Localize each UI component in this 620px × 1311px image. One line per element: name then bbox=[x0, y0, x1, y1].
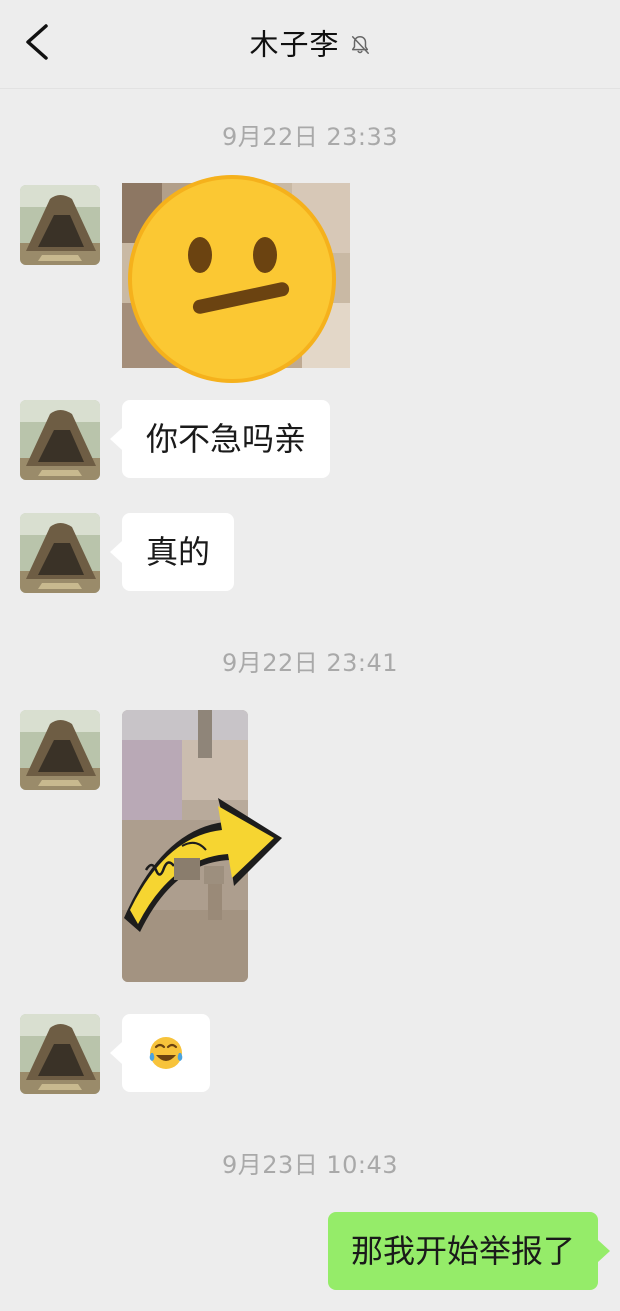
message-bubble-incoming[interactable] bbox=[110, 1014, 210, 1092]
avatar-image bbox=[20, 513, 100, 593]
contact-avatar[interactable] bbox=[20, 185, 100, 265]
bell-muted-icon bbox=[351, 35, 369, 54]
timestamp: 9月22日 23:41 bbox=[221, 649, 399, 677]
avatar-image bbox=[20, 1014, 100, 1094]
sticker-image bbox=[122, 175, 350, 383]
timestamp: 9月23日 10:43 bbox=[221, 1151, 399, 1179]
avatar-image bbox=[20, 185, 100, 265]
message-bubble-outgoing[interactable]: 那我开始举报了 bbox=[327, 1212, 611, 1290]
title-wrap: 木子李 bbox=[0, 24, 620, 65]
message-bubble-incoming[interactable]: 真的 bbox=[109, 513, 235, 591]
contact-avatar[interactable] bbox=[20, 513, 100, 593]
photo-image bbox=[122, 710, 282, 982]
contact-avatar[interactable] bbox=[20, 710, 100, 790]
chat-title: 木子李 bbox=[249, 27, 340, 62]
tears-of-joy-emoji-icon bbox=[149, 1037, 183, 1069]
timestamp: 9月22日 23:33 bbox=[221, 123, 399, 151]
avatar-image bbox=[20, 710, 100, 790]
chat-header: 木子李 bbox=[0, 0, 620, 89]
message-bubble-incoming[interactable]: 你不急吗亲 bbox=[109, 400, 331, 478]
image-message[interactable] bbox=[122, 710, 282, 982]
contact-avatar[interactable] bbox=[20, 400, 100, 480]
avatar-image bbox=[20, 400, 100, 480]
chat-screen: 木子李 9月22日 23:33 你不急吗亲 真的 9月22日 23:41 9月2… bbox=[0, 0, 620, 1311]
contact-avatar[interactable] bbox=[20, 1014, 100, 1094]
image-message[interactable] bbox=[122, 175, 350, 383]
